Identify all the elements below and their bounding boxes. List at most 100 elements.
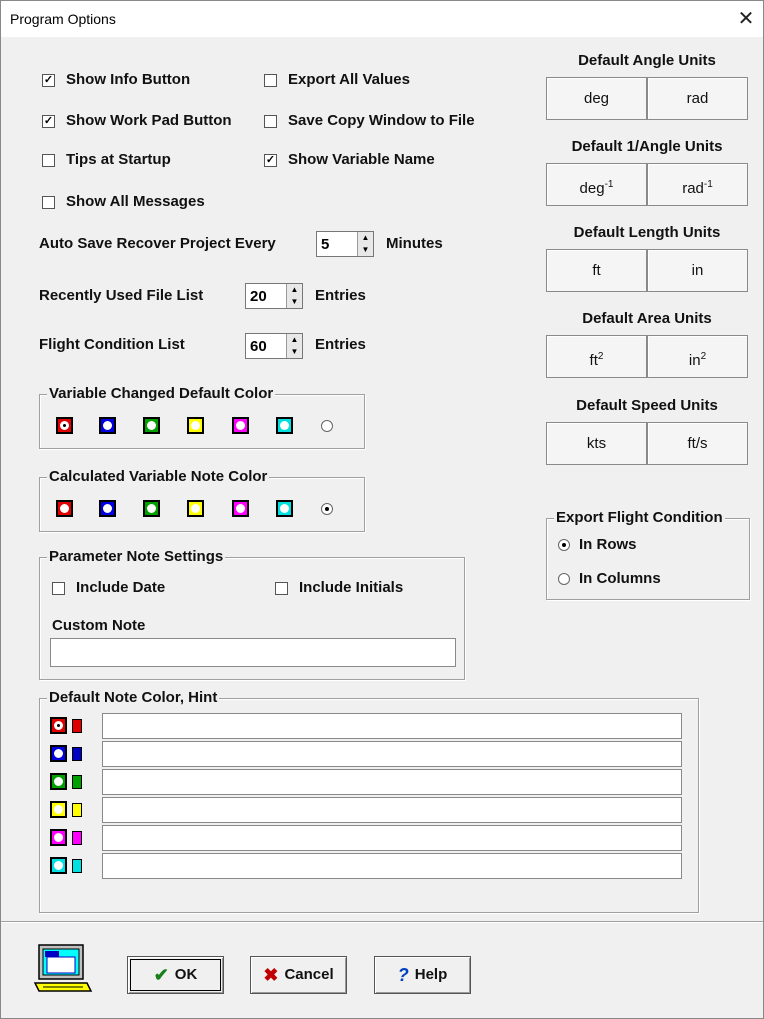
hint-input-4[interactable] [102,797,682,823]
unit-in2-label: in [688,352,701,369]
calculated-note-swatch-5[interactable] [232,500,249,517]
show-variable-name-label: Show Variable Name [288,151,435,168]
unit-in-button[interactable]: in [647,249,748,292]
parameter-note-title: Parameter Note Settings [47,548,226,565]
unit-deg-label: deg [583,90,610,107]
include-date-checkbox[interactable] [52,582,65,595]
computer-icon [33,944,93,992]
unit-ft2-sup: 2 [597,351,604,362]
unit-inv-rad-button[interactable]: rad-1 [647,163,748,206]
swatch-radio-icon [236,421,245,430]
default-angle-units-title: Default Angle Units [578,52,716,69]
flight-condition-list-spinner[interactable]: 60 ▲ ▼ [245,333,303,359]
flight-condition-list-suffix: Entries [315,336,366,353]
swatch-radio-icon [147,504,156,513]
show-info-button-checkbox[interactable]: ✓ [42,74,55,87]
spinner-arrows-icon[interactable]: ▲ ▼ [286,334,302,358]
calculated-note-swatch-4[interactable] [187,500,204,517]
variable-changed-no-color-radio[interactable] [321,420,333,432]
default-speed-units-title: Default Speed Units [576,397,718,414]
save-copy-window-checkbox[interactable] [264,115,277,128]
show-variable-name-checkbox[interactable]: ✓ [264,154,277,167]
tips-at-startup-label: Tips at Startup [66,151,171,168]
hint-color-swatch-6[interactable] [50,857,67,874]
unit-inv-deg-button[interactable]: deg-1 [546,163,647,206]
unit-in2-button[interactable]: in2 [647,335,748,378]
unit-inv-rad-sup: -1 [703,179,713,190]
ok-button[interactable]: ✔ OK [127,956,224,994]
swatch-radio-icon [191,421,200,430]
calculated-note-swatch-3[interactable] [143,500,160,517]
recent-files-label: Recently Used File List [39,287,204,304]
show-work-pad-button-checkbox[interactable]: ✓ [42,115,55,128]
recent-files-suffix: Entries [315,287,366,304]
variable-changed-color-title: Variable Changed Default Color [47,385,276,402]
export-flight-condition-title: Export Flight Condition [554,509,725,526]
hint-input-5[interactable] [102,825,682,851]
question-icon: ? [397,965,409,985]
save-copy-window-label: Save Copy Window to File [288,112,475,129]
help-button[interactable]: ? Help [374,956,471,994]
variable-changed-swatch-1[interactable] [56,417,73,434]
swatch-radio-icon [103,421,112,430]
default-length-units-title: Default Length Units [573,224,721,241]
auto-save-spinner[interactable]: 5 ▲ ▼ [316,231,374,257]
default-area-units-title: Default Area Units [582,310,712,327]
in-columns-label: In Columns [579,570,661,587]
unit-ft2-button[interactable]: ft2 [546,335,647,378]
close-icon[interactable]: ✕ [733,7,759,31]
include-date-label: Include Date [76,579,166,596]
unit-kts-label: kts [586,435,607,452]
unit-deg-button[interactable]: deg [546,77,647,120]
tips-at-startup-checkbox[interactable] [42,154,55,167]
calculated-note-swatch-6[interactable] [276,500,293,517]
show-all-messages-checkbox[interactable] [42,196,55,209]
flight-condition-list-label: Flight Condition List [39,336,185,353]
unit-kts-button[interactable]: kts [546,422,647,465]
hint-color-swatch-2[interactable] [50,745,67,762]
show-all-messages-label: Show All Messages [66,193,205,210]
hint-color-swatch-4[interactable] [50,801,67,818]
help-label: Help [414,966,448,983]
hint-color-swatch-5[interactable] [50,829,67,846]
export-all-values-checkbox[interactable] [264,74,277,87]
unit-inv-deg-sup: -1 [604,179,614,190]
variable-changed-swatch-6[interactable] [276,417,293,434]
cancel-button[interactable]: ✖ Cancel [250,956,347,994]
custom-note-input[interactable] [50,638,456,667]
hint-input-3[interactable] [102,769,682,795]
include-initials-checkbox[interactable] [275,582,288,595]
calculated-note-color-title: Calculated Variable Note Color [47,468,270,485]
hint-input-1[interactable] [102,713,682,739]
variable-changed-swatch-3[interactable] [143,417,160,434]
unit-rad-button[interactable]: rad [647,77,748,120]
spinner-arrows-icon[interactable]: ▲ ▼ [286,284,302,308]
calculated-note-swatch-1[interactable] [56,500,73,517]
hint-color-swatch-1[interactable] [50,717,67,734]
recent-files-spinner[interactable]: 20 ▲ ▼ [245,283,303,309]
calculated-note-swatch-2[interactable] [99,500,116,517]
in-rows-radio[interactable] [558,539,570,551]
hint-input-6[interactable] [102,853,682,879]
calculated-note-no-color-radio[interactable] [321,503,333,515]
variable-changed-swatch-5[interactable] [232,417,249,434]
default-inv-angle-units-title: Default 1/Angle Units [571,138,723,155]
variable-changed-swatch-2[interactable] [99,417,116,434]
default-note-color-title: Default Note Color, Hint [47,689,220,706]
unit-fts-button[interactable]: ft/s [647,422,748,465]
program-options-dialog: Program Options ✕ ✓ Show Info Button Exp… [0,0,764,1019]
swatch-radio-icon [54,833,63,842]
hint-color-swatch-3[interactable] [50,773,67,790]
spinner-arrows-icon[interactable]: ▲ ▼ [357,232,373,256]
hint-input-2[interactable] [102,741,682,767]
in-columns-radio[interactable] [558,573,570,585]
unit-ft-label: ft [592,262,601,279]
note-icon [72,859,82,873]
unit-rad-label: rad [686,90,709,107]
unit-ft-button[interactable]: ft [546,249,647,292]
swatch-radio-icon [54,749,63,758]
swatch-radio-icon [147,421,156,430]
swatch-radio-icon [54,721,63,730]
x-icon: ✖ [263,965,279,985]
variable-changed-swatch-4[interactable] [187,417,204,434]
